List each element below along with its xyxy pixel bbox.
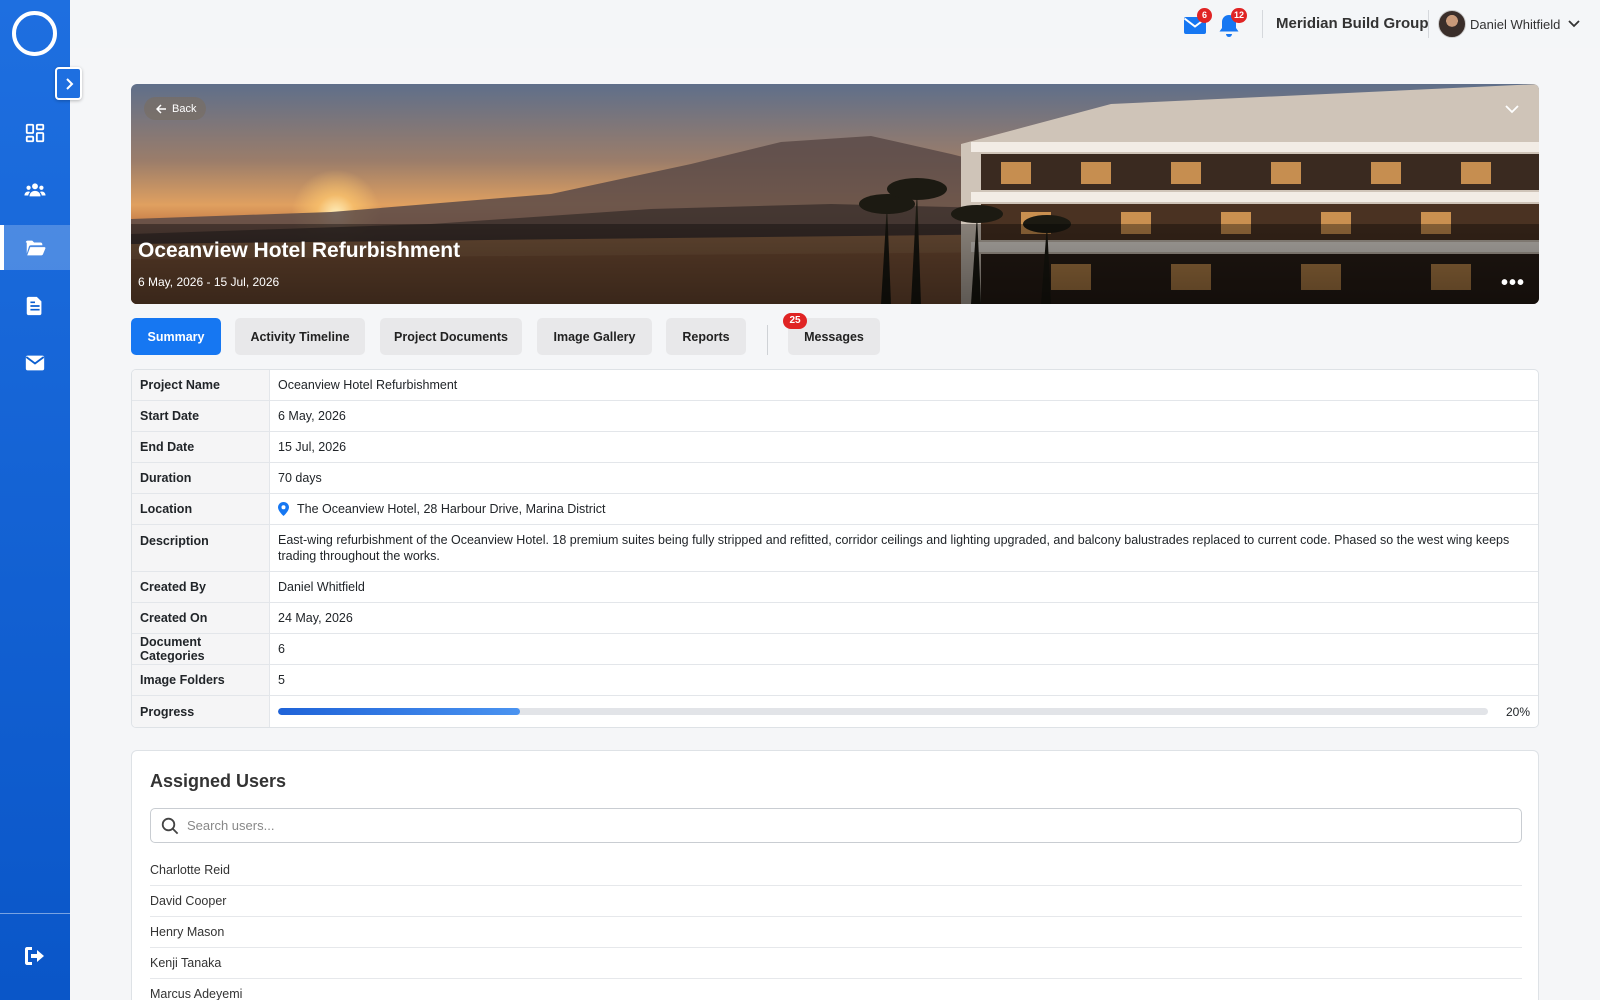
location-text[interactable]: The Oceanview Hotel, 28 Harbour Drive, M…	[297, 502, 605, 516]
table-row: Created By Daniel Whitfield	[132, 572, 1538, 603]
tab-project-documents[interactable]: Project Documents	[380, 318, 522, 355]
chevron-down-icon[interactable]	[1567, 16, 1581, 30]
user-search-box[interactable]	[150, 808, 1522, 843]
progress-bar	[278, 708, 1488, 715]
table-row: End Date 15 Jul, 2026	[132, 432, 1538, 463]
location-value: The Oceanview Hotel, 28 Harbour Drive, M…	[270, 494, 1538, 524]
user-search-input[interactable]	[187, 818, 1487, 833]
progress-bar-fill	[278, 708, 520, 715]
tab-reports[interactable]: Reports	[666, 318, 746, 355]
nav-messages[interactable]	[0, 340, 70, 385]
table-row: Start Date 6 May, 2026	[132, 401, 1538, 432]
document-categories-value: 6	[278, 642, 285, 656]
table-row: Project Name Oceanview Hotel Refurbishme…	[132, 370, 1538, 401]
table-row: Image Folders 5	[132, 665, 1538, 696]
user-name[interactable]: Daniel Whitfield	[1470, 17, 1560, 32]
mail-button[interactable]: 6	[1183, 8, 1212, 36]
nav-projects[interactable]	[0, 225, 70, 270]
row-label: Created On	[132, 603, 270, 633]
search-icon	[161, 817, 179, 834]
table-row: Description East-wing refurbishment of t…	[132, 525, 1538, 572]
table-row: Location The Oceanview Hotel, 28 Harbour…	[132, 494, 1538, 525]
row-label: End Date	[132, 432, 270, 462]
folder-open-icon	[25, 240, 46, 255]
back-button[interactable]: Back	[144, 97, 207, 120]
logout-button[interactable]	[0, 933, 70, 978]
table-row: Progress 20%	[132, 696, 1538, 727]
assigned-users-list: Charlotte Reid David Cooper Henry Mason …	[150, 855, 1522, 1000]
company-name: Meridian Build Group	[1276, 15, 1429, 32]
list-item[interactable]: Charlotte Reid	[150, 855, 1522, 886]
row-label: Image Folders	[132, 665, 270, 695]
tab-activity-timeline[interactable]: Activity Timeline	[235, 318, 365, 355]
row-label: Project Name	[132, 370, 270, 400]
logout-icon	[25, 946, 44, 965]
sidebar-toggle-button[interactable]	[55, 67, 82, 100]
table-row: Document Categories 6	[132, 634, 1538, 665]
envelope-icon	[25, 355, 45, 370]
table-row: Duration 70 days	[132, 463, 1538, 494]
assigned-users-panel: Assigned Users Charlotte Reid David Coop…	[131, 750, 1539, 1000]
map-pin-icon	[278, 502, 289, 516]
sidebar	[0, 0, 70, 1000]
top-bar: 6 12 Meridian Build Group Daniel Whitfie…	[70, 0, 1600, 48]
chevron-right-icon	[65, 77, 73, 90]
sidebar-divider	[0, 913, 70, 914]
project-dates: 6 May, 2026 - 15 Jul, 2026	[138, 275, 280, 289]
row-label: Location	[132, 494, 270, 524]
list-item[interactable]: Kenji Tanaka	[150, 948, 1522, 979]
nav-documents[interactable]	[0, 283, 70, 328]
topbar-divider	[1428, 10, 1429, 38]
app-logo[interactable]	[12, 11, 57, 56]
row-label: Created By	[132, 572, 270, 602]
row-label: Progress	[132, 696, 270, 727]
project-hero-banner: Back Oceanview Hotel Refurbishment 6 May…	[131, 84, 1539, 304]
nav-users[interactable]	[0, 167, 70, 212]
list-item[interactable]: Henry Mason	[150, 917, 1522, 948]
more-options-icon[interactable]: •••	[1501, 272, 1525, 295]
notification-count-badge: 12	[1231, 8, 1248, 23]
list-item[interactable]: Marcus Adeyemi	[150, 979, 1522, 1000]
row-label: Document Categories	[132, 634, 270, 664]
nav-dashboard[interactable]	[0, 110, 70, 155]
row-label: Duration	[132, 463, 270, 493]
tab-summary[interactable]: Summary	[131, 318, 221, 355]
row-label: Description	[132, 525, 270, 571]
created-on-value: 24 May, 2026	[278, 611, 353, 625]
messages-count-badge: 25	[783, 313, 807, 329]
topbar-divider	[1262, 10, 1263, 38]
row-label: Start Date	[132, 401, 270, 431]
mail-count-badge: 6	[1197, 8, 1212, 23]
description-value: East-wing refurbishment of the Oceanview…	[278, 533, 1510, 563]
table-row: Created On 24 May, 2026	[132, 603, 1538, 634]
progress-value: 20%	[270, 696, 1538, 727]
list-item[interactable]: David Cooper	[150, 886, 1522, 917]
duration-value: 70 days	[278, 471, 322, 485]
assigned-users-title: Assigned Users	[150, 771, 287, 791]
tab-messages-label: Messages	[804, 329, 864, 344]
start-date-value: 6 May, 2026	[278, 409, 346, 423]
end-date-value: 15 Jul, 2026	[278, 440, 347, 454]
hero-overlay	[131, 224, 1539, 304]
project-name-value: Oceanview Hotel Refurbishment	[278, 378, 458, 392]
arrow-left-icon	[156, 103, 166, 114]
project-details-table: Project Name Oceanview Hotel Refurbishme…	[131, 369, 1539, 728]
dashboard-icon	[25, 123, 45, 142]
document-icon	[26, 296, 42, 315]
created-by-value: Daniel Whitfield	[278, 580, 365, 594]
users-icon	[24, 182, 46, 196]
notifications-button[interactable]: 12	[1218, 8, 1248, 38]
image-folders-value: 5	[278, 673, 285, 687]
project-title: Oceanview Hotel Refurbishment	[138, 239, 461, 262]
progress-percent: 20%	[1505, 704, 1530, 719]
back-button-label: Back	[172, 102, 197, 115]
tab-image-gallery[interactable]: Image Gallery	[537, 318, 652, 355]
tab-divider	[767, 325, 768, 355]
user-avatar[interactable]	[1438, 10, 1466, 38]
chevron-down-icon[interactable]	[1505, 104, 1519, 114]
